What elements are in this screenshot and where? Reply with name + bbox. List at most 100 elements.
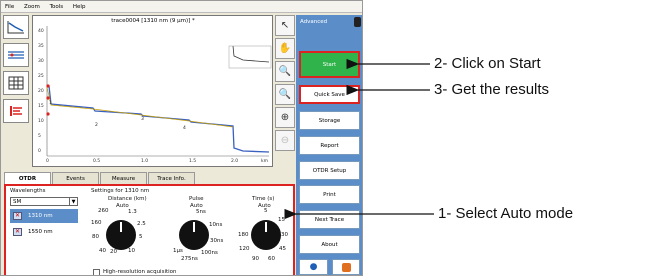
hand-pan-icon[interactable]: ✋	[275, 38, 295, 59]
y-tick-30: 30	[38, 58, 44, 64]
annotation-step-3: 3- Get the results	[434, 81, 550, 98]
time-label: Time (s)	[252, 196, 275, 202]
pulse-tick: 5ns	[196, 209, 206, 215]
print-button[interactable]: Print	[299, 185, 360, 204]
event-4-label: 4	[183, 125, 186, 131]
wavelength-label: 1310 nm	[28, 213, 53, 219]
checkbox-icon[interactable]: ✕	[13, 228, 22, 236]
trace-plot: 40 35 30 25 20 15 10 5 0 0 0.5 1.0 1.5 2…	[38, 26, 272, 164]
x-tick-0-5: 0.5	[93, 158, 100, 164]
y-tick-10: 10	[38, 118, 44, 124]
menu-file[interactable]: File	[1, 4, 18, 10]
quick-save-button[interactable]: Quick Save	[299, 85, 360, 104]
high-res-checkbox[interactable]	[93, 269, 100, 275]
y-tick-20: 20	[38, 88, 44, 94]
tab-measure[interactable]: Measure	[100, 172, 147, 184]
storage-button[interactable]: Storage	[299, 111, 360, 130]
distance-tick: 5	[139, 234, 143, 240]
distance-knob[interactable]	[106, 220, 136, 250]
event-3-label: 3	[141, 116, 144, 122]
menu-help[interactable]: Help	[69, 4, 90, 10]
distance-tick: 10	[128, 248, 135, 254]
time-tick: 5	[264, 208, 268, 214]
menu-bar: File Zoom Tools Help	[1, 1, 362, 13]
zoom-out-icon[interactable]: 🔍	[275, 84, 295, 105]
distance-tick: 80	[92, 234, 99, 240]
event-2-label: 2	[95, 122, 98, 128]
time-tick: 45	[279, 246, 286, 252]
event-markers-icon[interactable]	[3, 99, 29, 123]
x-tick-0: 0	[46, 158, 49, 164]
annotation-step-2: 2- Click on Start	[434, 55, 541, 72]
mode-label: Advanced	[300, 19, 328, 25]
event-1-label: 1	[49, 100, 52, 106]
wavelength-label: 1550 nm	[28, 229, 53, 235]
graph-toolbar: ↖ ✋ 🔍 🔍 ⊕ ⊖	[275, 15, 295, 153]
pointer-icon[interactable]: ↖	[275, 15, 295, 36]
time-tick: 15	[278, 217, 285, 223]
distance-label: Distance (km)	[108, 196, 147, 202]
pulse-tick: 275ns	[181, 256, 198, 262]
pulse-label: Pulse	[189, 196, 204, 202]
next-trace-button[interactable]: Next Trace	[299, 210, 360, 229]
pulse-tick: 30ns	[210, 238, 224, 244]
y-tick-5: 5	[38, 133, 41, 139]
menu-tools[interactable]: Tools	[46, 4, 68, 10]
help-icon[interactable]: ●	[299, 259, 328, 275]
fiber-mode-value: SM	[13, 199, 22, 205]
y-tick-15: 15	[38, 103, 44, 109]
y-tick-0: 0	[38, 148, 41, 154]
high-res-label: High-resolution acquisition	[103, 269, 177, 275]
y-tick-40: 40	[38, 28, 44, 34]
menu-zoom[interactable]: Zoom	[20, 4, 44, 10]
zoom-in-icon[interactable]: ⊕	[275, 107, 295, 128]
time-tick: 90	[252, 256, 259, 262]
settings-title: Settings for 1310 nm	[91, 188, 150, 194]
tab-events[interactable]: Events	[52, 172, 99, 184]
otdr-setup-button[interactable]: OTDR Setup	[299, 161, 360, 180]
tab-otdr[interactable]: OTDR	[4, 172, 51, 184]
pulse-tick: 10ns	[209, 222, 223, 228]
tab-trace-info[interactable]: Trace Info.	[148, 172, 195, 184]
distance-mode: Auto	[116, 203, 129, 209]
y-tick-35: 35	[38, 43, 44, 49]
report-button[interactable]: Report	[299, 136, 360, 155]
x-tick-km: km	[261, 158, 268, 164]
time-knob[interactable]	[251, 220, 281, 250]
fiber-mode-select[interactable]: SM ▼	[10, 197, 78, 206]
main-actions-panel: Advanced Start Quick Save Storage Report…	[296, 15, 362, 275]
y-tick-25: 25	[38, 73, 44, 79]
wavelength-item-1550[interactable]: ✕ 1550 nm	[10, 225, 78, 239]
pulse-tick: 1µs	[173, 248, 183, 254]
exit-icon[interactable]	[332, 259, 360, 275]
otdr-settings-panel: Wavelengths SM ▼ ✕ 1310 nm ✕ 1550 nm Set…	[4, 184, 295, 275]
distance-tick: 160	[91, 220, 102, 226]
distance-tick: 260	[98, 208, 109, 214]
distance-tick: 1.3	[128, 209, 137, 215]
trace-graph[interactable]: trace0004 [1310 nm (9 µm)] * 40 35 30 25…	[32, 15, 273, 167]
x-tick-1-0: 1.0	[141, 158, 148, 164]
wavelength-item-1310[interactable]: ✕ 1310 nm	[10, 209, 78, 223]
wavelengths-label: Wavelengths	[10, 188, 46, 194]
table-view-icon[interactable]	[3, 71, 29, 95]
annotation-step-1: 1- Select Auto mode	[438, 205, 574, 222]
x-tick-2-0: 2.0	[231, 158, 238, 164]
time-tick: 30	[281, 232, 288, 238]
checkbox-icon[interactable]: ✕	[13, 212, 22, 220]
pulse-knob[interactable]	[179, 220, 209, 250]
pulse-tick: 100ns	[201, 250, 218, 256]
graph-view-icon[interactable]	[3, 15, 29, 39]
zoom-fit-icon[interactable]: ⊖	[275, 130, 295, 151]
tab-bar: OTDR Events Measure Trace Info.	[4, 172, 196, 184]
x-tick-1-5: 1.5	[189, 158, 196, 164]
left-toolbar	[3, 15, 31, 127]
start-button[interactable]: Start	[299, 51, 360, 78]
zoom-area-icon[interactable]: 🔍	[275, 61, 295, 82]
otdr-window: File Zoom Tools Help trace0004 [1310 nm …	[0, 0, 363, 276]
about-button[interactable]: About	[299, 235, 360, 254]
trace-overview-icon[interactable]	[3, 43, 29, 67]
time-tick: 60	[268, 256, 275, 262]
distance-tick: 40	[99, 248, 106, 254]
time-tick: 180	[238, 232, 249, 238]
distance-tick: 20	[110, 249, 117, 255]
